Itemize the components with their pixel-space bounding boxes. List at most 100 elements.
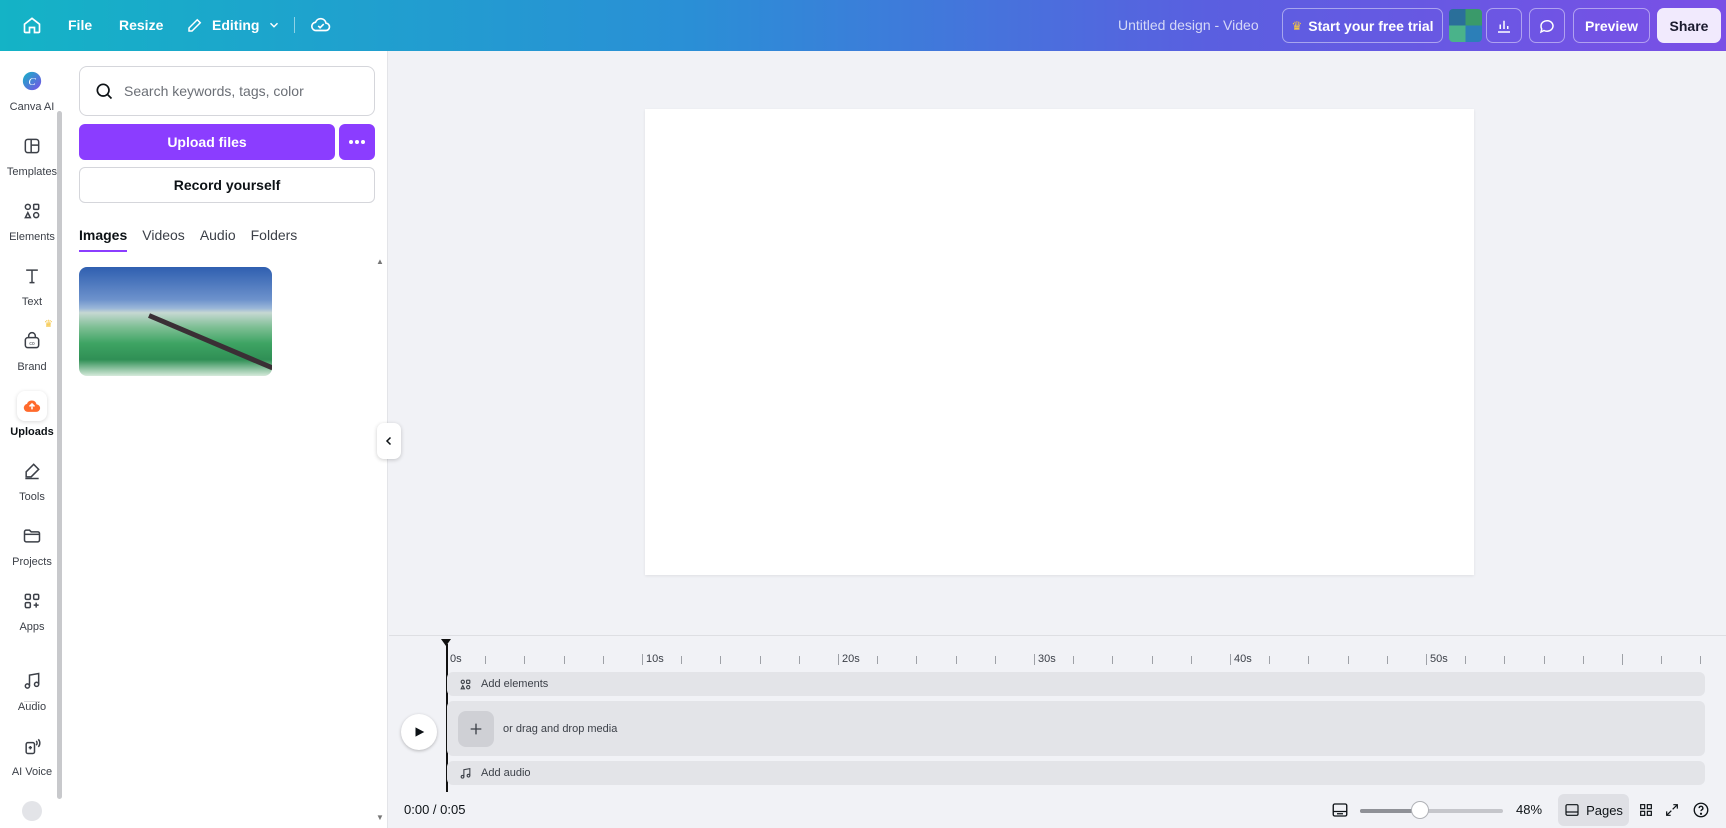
ruler-tick-label: 10s: [646, 653, 664, 665]
tab-audio[interactable]: Audio: [200, 227, 236, 252]
tab-images[interactable]: Images: [79, 227, 128, 252]
ruler-tick-label: 40s: [1234, 653, 1252, 665]
zoom-slider-handle[interactable]: [1411, 801, 1430, 819]
bar-chart-icon: [1498, 20, 1510, 33]
design-title[interactable]: Untitled design - Video: [1118, 17, 1259, 33]
uploads-panel: Upload files Record yourself Images Vide…: [66, 51, 388, 828]
rail-item-templates[interactable]: Templates: [0, 131, 64, 189]
uploaded-image-thumbnail[interactable]: [79, 267, 272, 376]
upload-cloud-icon: [17, 391, 47, 421]
ai-voice-icon: [17, 731, 47, 761]
tools-icon: [17, 456, 47, 486]
ruler-minor-tick: [759, 656, 761, 664]
collapse-panel-button[interactable]: [377, 423, 401, 459]
add-elements-track[interactable]: Add elements: [447, 672, 1705, 696]
free-trial-button[interactable]: ♛ Start your free trial: [1282, 8, 1443, 43]
scroll-up-arrow[interactable]: ▲: [376, 257, 384, 266]
time-ruler[interactable]: 0s 10s 20s 30s 40s 50s: [446, 644, 1712, 665]
more-rail-icon[interactable]: [22, 801, 42, 821]
tab-folders[interactable]: Folders: [251, 227, 298, 252]
editing-dropdown[interactable]: Editing: [175, 8, 292, 42]
grid-view-icon[interactable]: [1637, 801, 1655, 819]
rail-label: Text: [21, 296, 43, 308]
media-drop-track[interactable]: or drag and drop media: [447, 701, 1705, 756]
brand-icon: co: [17, 326, 47, 356]
file-menu[interactable]: File: [57, 8, 103, 42]
rail-item-audio[interactable]: Audio: [0, 666, 64, 724]
rail-label: Brand: [17, 361, 47, 373]
free-trial-label: Start your free trial: [1308, 17, 1434, 34]
rail-scrollbar[interactable]: [57, 111, 62, 799]
ruler-tick-label: 20s: [842, 653, 860, 665]
avatar[interactable]: [1449, 9, 1482, 42]
rail-item-tools[interactable]: Tools: [0, 456, 64, 514]
add-elements-label: Add elements: [481, 678, 549, 690]
home-icon[interactable]: [20, 13, 44, 37]
ruler-tick-label: 30s: [1038, 653, 1056, 665]
rail-label: Canva AI: [9, 101, 55, 113]
rail-item-apps[interactable]: Apps: [0, 586, 64, 644]
ruler-minor-tick: [485, 656, 487, 664]
crown-icon: ♛: [44, 319, 53, 330]
rail-item-uploads[interactable]: Uploads: [0, 391, 64, 449]
tab-videos[interactable]: Videos: [142, 227, 185, 252]
fullscreen-icon[interactable]: [1663, 801, 1681, 819]
rail-label: Tools: [19, 491, 45, 503]
ruler-major-tick: [1034, 654, 1035, 665]
ruler-minor-tick: [720, 656, 722, 664]
folder-icon: [17, 521, 47, 551]
templates-icon: [17, 131, 47, 161]
rail-item-elements[interactable]: Elements: [0, 196, 64, 254]
cloud-saved-icon[interactable]: [309, 13, 333, 37]
rail-label: AI Voice: [11, 766, 53, 778]
elements-icon: [17, 196, 47, 226]
upload-files-button[interactable]: Upload files: [79, 124, 335, 160]
ruler-minor-tick: [1504, 656, 1506, 664]
ruler-major-tick: [642, 654, 643, 665]
play-icon: [415, 727, 425, 737]
rail-label: Projects: [12, 556, 52, 568]
add-audio-track[interactable]: Add audio: [447, 761, 1705, 785]
canva-ai-icon: C: [17, 66, 47, 96]
add-media-button[interactable]: [458, 710, 494, 747]
editing-label: Editing: [212, 17, 260, 33]
play-button[interactable]: [401, 714, 437, 750]
rail-item-ai-voice[interactable]: AI Voice: [0, 731, 64, 789]
ruler-minor-tick: [994, 656, 996, 664]
time-readout: 0:00 / 0:05: [404, 802, 466, 817]
rail-item-brand[interactable]: co Brand: [0, 326, 64, 384]
search-box[interactable]: [79, 66, 375, 116]
search-input[interactable]: [124, 83, 364, 99]
left-rail: C Canva AI Templates Elements Text co Br…: [0, 51, 66, 828]
more-options-button[interactable]: [339, 124, 375, 160]
rail-item-projects[interactable]: Projects: [0, 521, 64, 579]
ruler-minor-tick: [1073, 656, 1075, 664]
ruler-major-tick: [1622, 654, 1623, 665]
scroll-down-arrow[interactable]: ▼: [376, 813, 384, 822]
rail-item-text[interactable]: Text: [0, 261, 64, 319]
comments-button[interactable]: [1529, 8, 1565, 43]
divider: [294, 17, 295, 33]
record-yourself-button[interactable]: Record yourself: [79, 167, 375, 203]
pages-button[interactable]: Pages: [1558, 794, 1629, 826]
share-button[interactable]: Share: [1657, 8, 1721, 43]
ruler-minor-tick: [1347, 656, 1349, 664]
ruler-minor-tick: [681, 656, 683, 664]
top-bar: File Resize Editing Untitled design - Vi…: [0, 0, 1726, 51]
preview-button[interactable]: Preview: [1573, 8, 1650, 43]
help-icon[interactable]: [1692, 801, 1710, 819]
ruler-minor-tick: [1112, 656, 1114, 664]
drop-media-label: or drag and drop media: [503, 722, 618, 735]
rail-item-canva-ai[interactable]: C Canva AI: [0, 66, 64, 124]
ruler-minor-tick: [1308, 656, 1310, 664]
ruler-minor-tick: [1269, 656, 1271, 664]
design-canvas[interactable]: [645, 109, 1474, 575]
zoom-level[interactable]: 48%: [1516, 802, 1542, 817]
insights-button[interactable]: [1486, 8, 1522, 43]
resize-button[interactable]: Resize: [108, 8, 174, 42]
zoom-slider[interactable]: [1360, 809, 1503, 813]
hide-timeline-icon[interactable]: [1331, 801, 1349, 819]
ruler-tick-label: 50s: [1430, 653, 1448, 665]
svg-text:co: co: [29, 341, 35, 347]
rail-label: Uploads: [10, 426, 54, 438]
